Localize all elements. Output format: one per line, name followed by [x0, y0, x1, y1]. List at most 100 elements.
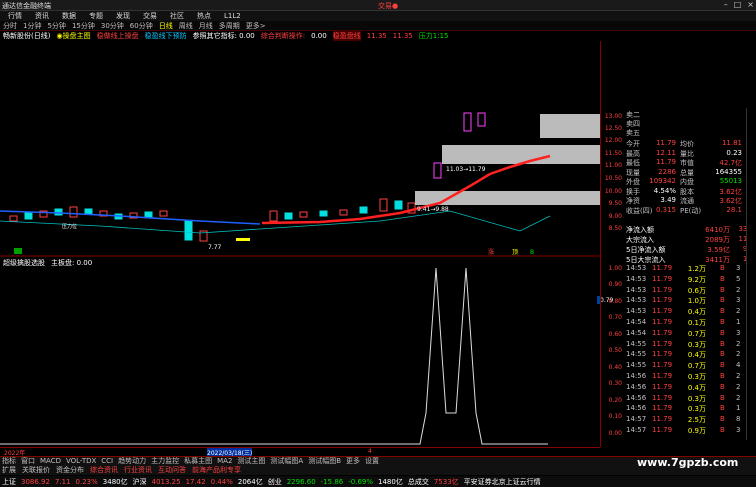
indicator-tab[interactable]: 测试主图 — [237, 457, 265, 466]
indicator-tab[interactable]: 测试幅图B — [308, 457, 341, 466]
scrollbar[interactable] — [746, 108, 756, 440]
indicator-tab[interactable]: 主力监控 — [151, 457, 179, 466]
tick-row[interactable]: 14:56 11.79 0.3万 B 1 — [626, 404, 746, 415]
indicator-tab[interactable]: CCI — [101, 457, 113, 466]
period-tab[interactable]: 30分钟 — [101, 21, 124, 30]
index-name[interactable]: 上证 — [2, 477, 16, 487]
maximize-icon[interactable]: □ — [734, 0, 742, 9]
menu-item[interactable]: 行情 — [8, 11, 22, 21]
tick-price: 11.79 — [652, 285, 673, 294]
period-tab[interactable]: 更多> — [246, 21, 266, 30]
tick-count: 4 — [736, 361, 741, 370]
extension-tab[interactable]: 关联报价 — [22, 466, 50, 475]
tick-row[interactable]: 14:56 11.79 0.4万 B 2 — [626, 383, 746, 394]
minimize-icon[interactable]: – — [724, 0, 728, 9]
indicator-tab[interactable]: 指标 — [2, 457, 16, 466]
main-indicator[interactable]: ◉操盘主图 — [56, 31, 90, 41]
index-value: 3086.92 — [21, 477, 50, 486]
extension-tab[interactable]: 互动问答 — [158, 466, 186, 475]
tick-row[interactable]: 14:56 11.79 0.3万 B 2 — [626, 394, 746, 405]
index-name[interactable]: 沪深 — [133, 477, 147, 487]
extension-tab[interactable]: 综合资讯 — [90, 466, 118, 475]
resistance-zone — [442, 145, 600, 164]
menu-item[interactable]: 专题 — [89, 11, 103, 21]
menu-item[interactable]: 交易 — [143, 11, 157, 21]
period-tab[interactable]: 60分钟 — [130, 21, 153, 30]
tick-row[interactable]: 14:54 11.79 0.7万 B 3 — [626, 329, 746, 340]
tick-row[interactable]: 14:55 11.79 0.4万 B 2 — [626, 350, 746, 361]
low-label: 9.41→9.88 — [417, 206, 449, 213]
menu-item[interactable]: 资讯 — [35, 11, 49, 21]
indicator-tab[interactable]: 趋势动力 — [118, 457, 146, 466]
menu-item[interactable]: 社区 — [170, 11, 184, 21]
period-tab[interactable]: 5分钟 — [47, 21, 65, 30]
period-tab[interactable]: 多周期 — [219, 21, 240, 30]
extension-tab[interactable]: 资金分布 — [56, 466, 84, 475]
period-tab[interactable]: 1分钟 — [23, 21, 41, 30]
tick-side: B — [720, 274, 725, 283]
tick-side: B — [720, 339, 725, 348]
sub-chart[interactable] — [0, 255, 600, 447]
trade-status[interactable]: 交易● — [378, 1, 398, 11]
indicator-tab[interactable]: 私募主图 — [184, 457, 212, 466]
kline-chart[interactable]: 11.03→11.79 9.41→9.88 7.77 压力位 涨 顶 B — [0, 41, 600, 255]
flow-label: 净流入额 — [626, 226, 654, 234]
tick-volume: 0.6万 — [687, 286, 706, 295]
tick-row[interactable]: 14:54 11.79 0.1万 B 1 — [626, 318, 746, 329]
indicator-tab[interactable]: VOL-TDX — [66, 457, 96, 466]
extension-tab[interactable]: 行业资讯 — [124, 466, 152, 475]
tick-row[interactable]: 14:53 11.79 1.2万 B 3 — [626, 264, 746, 275]
index-name[interactable]: 总成交 — [408, 477, 429, 487]
indicator-tab[interactable]: 测试幅图A — [270, 457, 303, 466]
candle — [379, 198, 388, 212]
menu-item[interactable]: L1L2 — [224, 11, 241, 21]
tick-volume: 0.3万 — [687, 405, 706, 414]
menu-item[interactable]: 热点 — [197, 11, 211, 21]
close-icon[interactable]: × — [747, 0, 754, 9]
tick-side: B — [720, 393, 725, 402]
tick-side: B — [720, 296, 725, 305]
tick-time: 14:55 — [626, 339, 647, 348]
candle — [184, 220, 193, 241]
period-tab[interactable]: 15分钟 — [72, 21, 95, 30]
period-tab[interactable]: 分时 — [3, 21, 17, 30]
tick-price: 11.79 — [652, 372, 673, 380]
tick-row[interactable]: 14:53 11.79 0.6万 B 2 — [626, 286, 746, 297]
candle — [477, 112, 486, 127]
tick-row[interactable]: 14:53 11.79 0.4万 B 2 — [626, 307, 746, 318]
tick-side: B — [720, 426, 725, 434]
indicator-tab[interactable]: 更多 — [346, 457, 360, 466]
period-tab[interactable]: 周线 — [179, 21, 193, 30]
tick-row[interactable]: 14:55 11.79 0.3万 B 2 — [626, 340, 746, 351]
indicator-tab[interactable]: MA2 — [217, 457, 232, 466]
period-tab[interactable]: 月线 — [199, 21, 213, 30]
sub-axis-tick: 0.00 — [608, 430, 622, 437]
period-tab-active[interactable]: 日线 — [159, 21, 173, 30]
tick-row[interactable]: 14:53 11.79 1.0万 B 3 — [626, 296, 746, 307]
tick-list[interactable]: 14:53 11.79 1.2万 B 3 14:53 11.79 9.2万 B 5 14:53 11.… — [624, 264, 746, 439]
sub-axis-tick: 0.10 — [608, 413, 622, 420]
menu-item[interactable]: 发现 — [116, 11, 130, 21]
tick-row[interactable]: 14:56 11.79 0.3万 B 2 — [626, 372, 746, 383]
index-name[interactable]: 创业 — [268, 477, 282, 487]
tick-time: 14:53 — [626, 307, 647, 316]
index-value: 2296.60 — [286, 477, 316, 486]
extension-tab[interactable]: 前海产品利专享 — [192, 466, 241, 475]
flow-label: 5日净流入额 — [626, 246, 666, 254]
indicator-tab[interactable]: 设置 — [365, 457, 379, 466]
tick-row[interactable]: 14:57 11.79 2.5万 B 8 — [626, 415, 746, 426]
quote-label: 流通 — [680, 197, 694, 205]
ind-value: 11.35 — [392, 32, 413, 40]
tick-row[interactable]: 14:55 11.79 0.7万 B 4 — [626, 361, 746, 372]
indicator-tab[interactable]: 窗口 — [21, 457, 35, 466]
ind-label: 稳盈线下预防 — [144, 32, 187, 40]
tick-time: 14:56 — [626, 372, 647, 380]
menu-item[interactable]: 数据 — [62, 11, 76, 21]
indicator-tab[interactable]: MACD — [40, 457, 61, 466]
tick-row[interactable]: 14:57 11.79 0.9万 B 3 — [626, 426, 746, 437]
tick-row[interactable]: 14:53 11.79 9.2万 B 5 — [626, 275, 746, 286]
signal-label: 涨 — [488, 248, 494, 255]
tick-price: 11.79 — [652, 328, 673, 337]
extension-tab[interactable]: 扩展 — [2, 466, 16, 475]
quote-label: 股本 — [680, 187, 694, 196]
